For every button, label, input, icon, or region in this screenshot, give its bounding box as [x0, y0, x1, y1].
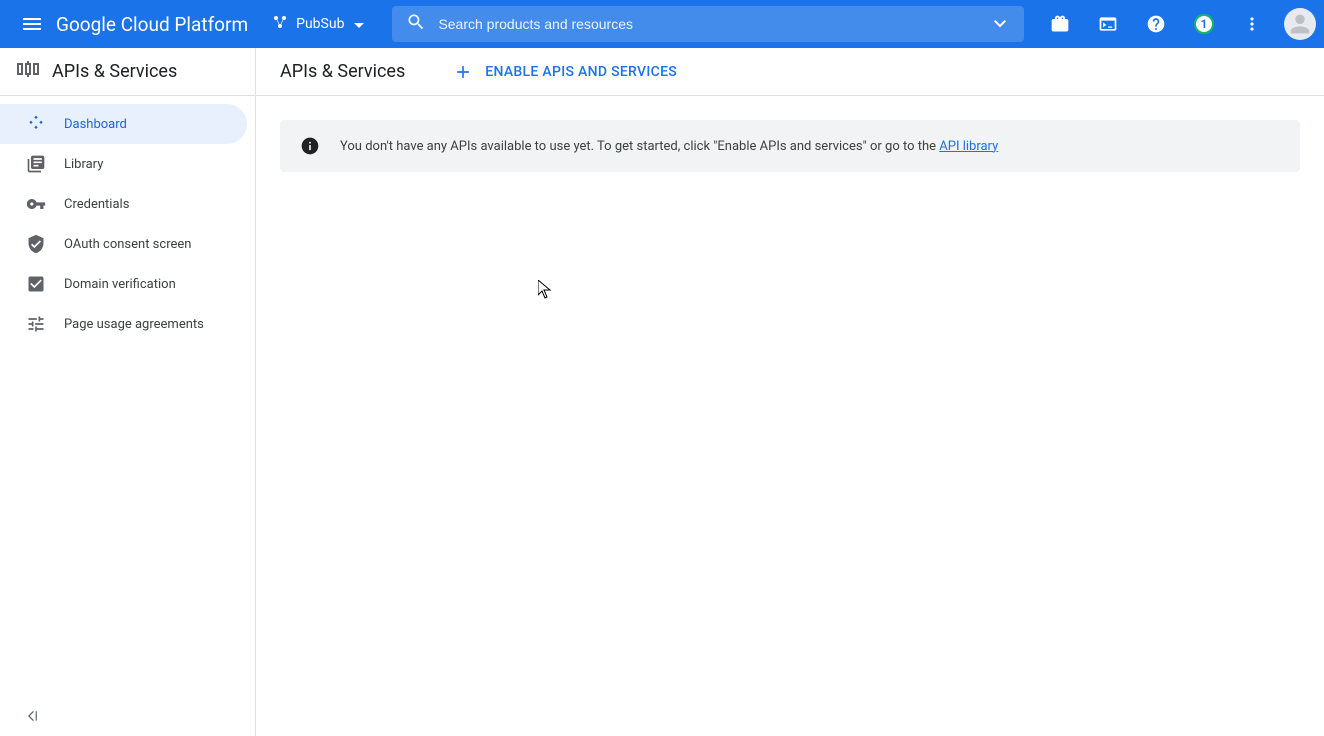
enable-apis-label: ENABLE APIS AND SERVICES: [485, 64, 677, 80]
banner-text: You don't have any APIs available to use…: [340, 139, 998, 154]
notifications-button[interactable]: 1: [1184, 0, 1224, 48]
header-utility-icons: 1: [1040, 0, 1316, 48]
project-name: PubSub: [296, 16, 344, 32]
banner-text-prefix: You don't have any APIs available to use…: [340, 139, 939, 154]
person-icon: [1286, 10, 1314, 38]
sidebar: APIs & Services Dashboard Library Creden…: [0, 48, 256, 736]
more-button[interactable]: [1232, 0, 1272, 48]
notification-badge: 1: [1194, 14, 1214, 34]
more-vert-icon: [1242, 14, 1262, 34]
info-icon: [300, 136, 320, 156]
gift-button[interactable]: [1040, 0, 1080, 48]
search-container: [392, 6, 1024, 42]
page-title: APIs & Services: [280, 61, 405, 82]
gift-icon: [1050, 14, 1070, 34]
sidebar-item-dashboard[interactable]: Dashboard: [0, 104, 247, 144]
brand-title[interactable]: Google Cloud Platform: [56, 13, 248, 36]
project-icon: [272, 14, 288, 34]
sidebar-item-label: Dashboard: [64, 117, 127, 132]
consent-icon: [24, 234, 48, 254]
sidebar-item-credentials[interactable]: Credentials: [0, 184, 255, 224]
key-icon: [24, 194, 48, 214]
project-selector[interactable]: PubSub: [264, 8, 372, 40]
sidebar-item-label: OAuth consent screen: [64, 237, 191, 252]
search-dropdown-button[interactable]: [980, 20, 1020, 28]
hamburger-icon: [20, 12, 44, 36]
api-library-link[interactable]: API library: [939, 139, 998, 154]
cloud-shell-button[interactable]: [1088, 0, 1128, 48]
sidebar-item-label: Page usage agreements: [64, 317, 204, 332]
sidebar-item-library[interactable]: Library: [0, 144, 255, 184]
verified-icon: [24, 274, 48, 294]
hamburger-menu-button[interactable]: [8, 0, 56, 48]
settings-list-icon: [24, 314, 48, 334]
sidebar-item-oauth[interactable]: OAuth consent screen: [0, 224, 255, 264]
help-button[interactable]: [1136, 0, 1176, 48]
sidebar-item-label: Domain verification: [64, 277, 176, 292]
sidebar-collapse-button[interactable]: [0, 696, 255, 736]
dropdown-arrow-icon: [354, 16, 364, 32]
content-area: You don't have any APIs available to use…: [256, 96, 1324, 196]
top-header: Google Cloud Platform PubSub: [0, 0, 1324, 48]
chevron-down-icon: [994, 20, 1006, 28]
sidebar-title: APIs & Services: [52, 61, 177, 82]
library-icon: [24, 154, 48, 174]
sidebar-nav: Dashboard Library Credentials OAuth cons…: [0, 96, 255, 696]
api-icon: [16, 57, 40, 86]
info-banner: You don't have any APIs available to use…: [280, 120, 1300, 172]
search-bar[interactable]: [392, 6, 1024, 42]
enable-apis-button[interactable]: ENABLE APIS AND SERVICES: [453, 62, 677, 82]
collapse-icon: [24, 706, 44, 726]
sidebar-item-domain[interactable]: Domain verification: [0, 264, 255, 304]
account-avatar[interactable]: [1284, 8, 1316, 40]
cloud-shell-icon: [1098, 14, 1118, 34]
main-header: APIs & Services ENABLE APIS AND SERVICES: [256, 48, 1324, 96]
main-layout: APIs & Services Dashboard Library Creden…: [0, 48, 1324, 736]
main-content: APIs & Services ENABLE APIS AND SERVICES…: [256, 48, 1324, 736]
sidebar-item-label: Library: [64, 157, 103, 172]
search-input[interactable]: [438, 16, 980, 32]
sidebar-item-label: Credentials: [64, 197, 129, 212]
sidebar-item-page-usage[interactable]: Page usage agreements: [0, 304, 255, 344]
help-icon: [1146, 14, 1166, 34]
dashboard-icon: [24, 114, 48, 134]
sidebar-header: APIs & Services: [0, 48, 255, 96]
plus-icon: [453, 62, 473, 82]
search-icon: [406, 12, 426, 36]
